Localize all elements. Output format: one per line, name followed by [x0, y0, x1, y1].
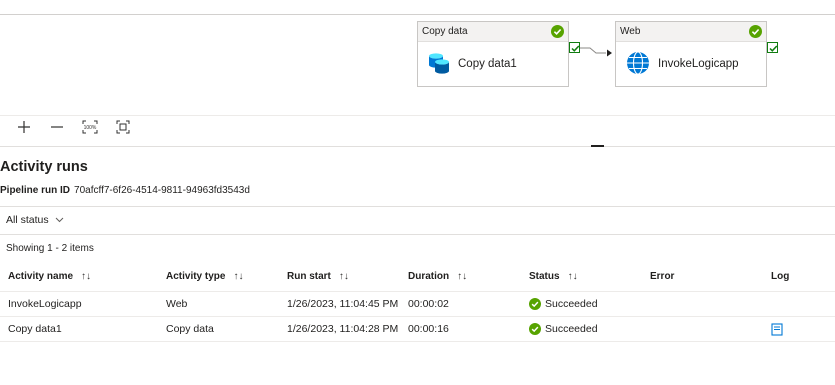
divider	[0, 206, 835, 207]
activity-runs-title: Activity runs	[0, 159, 88, 175]
table-row[interactable]: Copy data1 Copy data 1/26/2023, 11:04:28…	[0, 317, 835, 342]
top-divider	[0, 14, 835, 15]
pipeline-run-id: Pipeline run ID 70afcff7-6f26-4514-9811-9…	[0, 185, 250, 196]
column-header-run-start[interactable]: Run start ↑↓	[287, 262, 349, 291]
success-output-checkbox[interactable]	[569, 42, 580, 53]
column-header-status[interactable]: Status ↑↓	[529, 262, 578, 291]
svg-text:100%: 100%	[84, 125, 97, 131]
database-icon	[428, 51, 450, 78]
status-filter-label: All status	[6, 214, 49, 226]
divider	[0, 234, 835, 235]
zoom-100-button[interactable]: 100%	[80, 118, 100, 136]
sort-icon[interactable]: ↑↓	[81, 271, 91, 282]
zoom-in-button[interactable]	[14, 118, 34, 136]
canvas-bottom-divider	[0, 146, 835, 147]
success-check-icon	[529, 298, 541, 310]
activity-node-type: Copy data	[422, 26, 468, 37]
sort-icon[interactable]: ↑↓	[457, 271, 467, 282]
success-check-icon	[529, 323, 541, 335]
globe-icon	[626, 50, 650, 78]
cell-status: Succeeded	[529, 317, 598, 341]
status-filter-dropdown[interactable]: All status	[6, 214, 64, 226]
cell-duration: 00:00:16	[408, 323, 449, 335]
sort-icon[interactable]: ↑↓	[568, 271, 578, 282]
activity-node-name: InvokeLogicapp	[658, 58, 739, 70]
column-header-log: Log	[771, 271, 790, 282]
success-output-checkbox[interactable]	[767, 42, 778, 53]
sort-icon[interactable]: ↑↓	[233, 271, 243, 282]
chevron-down-icon	[55, 217, 63, 223]
cell-log	[771, 317, 783, 341]
fit-to-screen-button[interactable]	[113, 118, 133, 136]
connector-arrow	[580, 47, 612, 57]
pipeline-run-id-label: Pipeline run ID	[0, 185, 71, 196]
fit-to-screen-icon	[116, 120, 130, 134]
activity-node-type: Web	[620, 26, 641, 37]
activity-node-name: Copy data1	[458, 58, 517, 70]
log-file-icon[interactable]	[771, 322, 783, 336]
cell-duration: 00:00:02	[408, 298, 449, 310]
table-row[interactable]: InvokeLogicapp Web 1/26/2023, 11:04:45 P…	[0, 292, 835, 317]
cell-run-start: 1/26/2023, 11:04:28 PM	[287, 323, 399, 335]
canvas-divider	[0, 115, 835, 116]
success-check-icon	[551, 25, 564, 46]
activity-node-web[interactable]: Web InvokeLogicapp	[615, 21, 767, 87]
pipeline-run-id-value: 70afcff7-6f26-4514-9811-94963fd3543d	[74, 185, 250, 196]
activity-node-header: Web	[616, 22, 766, 42]
zoom-out-button[interactable]	[47, 118, 67, 136]
activity-runs-table: Activity name ↑↓ Activity type ↑↓ Run star…	[0, 262, 835, 342]
cell-activity-type: Copy data	[166, 323, 214, 335]
cell-run-start: 1/26/2023, 11:04:45 PM	[287, 298, 399, 310]
items-count-text: Showing 1 - 2 items	[6, 243, 94, 254]
minus-icon	[51, 126, 63, 128]
cell-activity-name: InvokeLogicapp	[8, 298, 82, 310]
plus-icon	[18, 121, 30, 133]
column-header-error: Error	[650, 271, 675, 282]
activity-node-copy-data[interactable]: Copy data Copy data1	[417, 21, 569, 87]
zoom-toolbar: 100%	[14, 118, 133, 136]
cell-activity-name: Copy data1	[8, 323, 62, 335]
zoom-100-icon: 100%	[82, 120, 98, 134]
activity-node-header: Copy data	[418, 22, 568, 42]
column-header-duration[interactable]: Duration ↑↓	[408, 262, 467, 291]
cell-activity-type: Web	[166, 298, 188, 310]
column-header-activity-name[interactable]: Activity name ↑↓	[8, 262, 91, 291]
column-header-activity-type[interactable]: Activity type ↑↓	[166, 262, 243, 291]
resize-handle[interactable]	[591, 145, 604, 147]
sort-icon[interactable]: ↑↓	[339, 271, 349, 282]
cell-status: Succeeded	[529, 292, 598, 316]
table-header-row: Activity name ↑↓ Activity type ↑↓ Run star…	[0, 262, 835, 292]
success-check-icon	[749, 25, 762, 46]
